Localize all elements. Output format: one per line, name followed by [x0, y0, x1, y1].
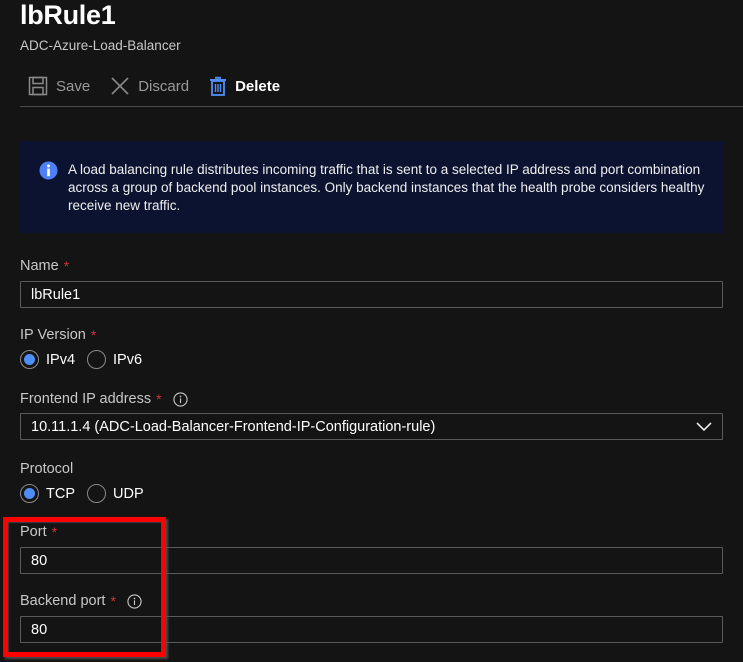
save-button[interactable]: Save	[28, 76, 90, 96]
radio-circle	[87, 484, 106, 503]
backend-port-input-value: 80	[31, 621, 48, 638]
radio-circle	[87, 350, 107, 369]
save-icon	[28, 76, 48, 96]
ip-version-label-text: IP Version	[20, 327, 86, 343]
radio-selected-dot	[24, 354, 35, 365]
frontend-ip-label-text: Frontend IP address	[20, 391, 152, 407]
info-banner-text: A load balancing rule distributes incomi…	[68, 162, 705, 213]
radio-ipv6[interactable]: IPv6	[87, 350, 142, 369]
radio-udp-label: UDP	[113, 485, 144, 502]
radio-tcp-label: TCP	[46, 485, 75, 502]
radio-ipv4-label: IPv4	[46, 351, 76, 368]
radio-ipv4[interactable]: IPv4	[20, 350, 75, 369]
backend-port-label-text: Backend port	[20, 593, 106, 609]
protocol-label: Protocol	[20, 461, 73, 477]
trash-icon	[210, 76, 227, 96]
name-label: Name *	[20, 258, 69, 274]
radio-tcp[interactable]: TCP	[20, 484, 75, 503]
delete-label: Delete	[235, 77, 281, 95]
radio-circle	[20, 484, 39, 503]
name-input[interactable]: lbRule1	[20, 281, 723, 308]
protocol-radio-group: TCP UDP	[20, 484, 156, 503]
discard-button[interactable]: Discard	[110, 76, 189, 96]
discard-label: Discard	[138, 77, 190, 95]
ip-version-radio-group: IPv4 IPv6	[20, 350, 154, 369]
command-bar: Save Discard Delete	[28, 74, 300, 98]
port-input[interactable]: 80	[20, 547, 723, 574]
save-label: Save	[56, 77, 91, 95]
required-indicator: *	[110, 593, 116, 609]
delete-button[interactable]: Delete	[209, 76, 280, 96]
radio-udp[interactable]: UDP	[87, 484, 144, 503]
info-banner: A load balancing rule distributes incomi…	[20, 141, 723, 233]
close-icon	[111, 77, 129, 95]
protocol-label-text: Protocol	[20, 461, 74, 477]
frontend-ip-selected-value: 10.11.1.4 (ADC-Load-Balancer-Frontend-IP…	[31, 418, 436, 435]
backend-port-label: Backend port *	[20, 593, 142, 609]
frontend-ip-label: Frontend IP address *	[20, 391, 188, 407]
name-label-text: Name	[20, 258, 59, 274]
info-tooltip-icon[interactable]	[127, 593, 142, 609]
frontend-ip-dropdown[interactable]: 10.11.1.4 (ADC-Load-Balancer-Frontend-IP…	[20, 413, 723, 440]
required-indicator: *	[51, 524, 58, 540]
info-tooltip-icon[interactable]	[172, 391, 188, 407]
required-indicator: *	[156, 391, 162, 407]
page-subtitle: ADC-Azure-Load-Balancer	[20, 38, 181, 53]
page-title: lbRule1	[20, 0, 116, 30]
chevron-down-icon	[696, 422, 712, 432]
port-label-text: Port	[20, 524, 47, 540]
radio-selected-dot	[24, 488, 35, 499]
port-label: Port *	[20, 524, 57, 540]
port-input-value: 80	[31, 552, 48, 569]
toolbar-divider	[20, 106, 743, 107]
radio-circle	[20, 350, 39, 369]
required-indicator: *	[90, 327, 97, 343]
required-indicator: *	[63, 258, 70, 274]
radio-ipv6-label: IPv6	[113, 351, 143, 368]
info-icon	[39, 161, 58, 180]
name-input-value: lbRule1	[31, 286, 81, 303]
backend-port-input[interactable]: 80	[20, 616, 723, 643]
ip-version-label: IP Version *	[20, 327, 96, 343]
